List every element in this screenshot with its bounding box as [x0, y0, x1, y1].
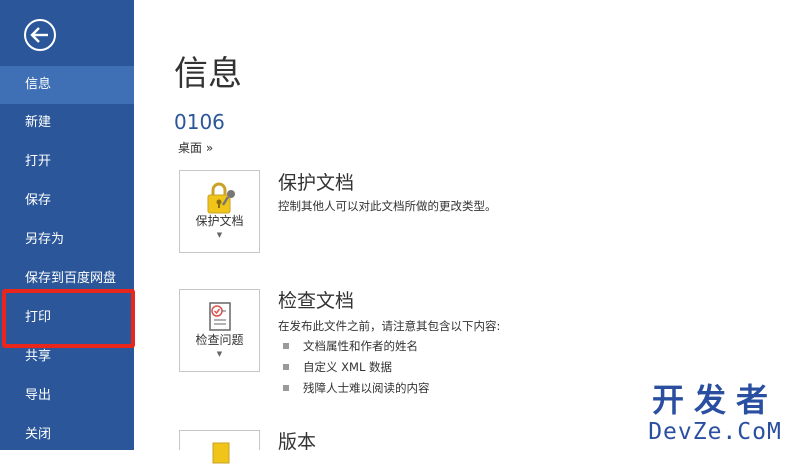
list-item: 自定义 XML 数据: [283, 359, 430, 380]
back-arrow-icon: [24, 19, 56, 51]
list-item: 残障人士难以阅读的内容: [283, 380, 430, 401]
nav-item-save[interactable]: 保存: [0, 182, 134, 220]
versions-icon: [212, 442, 230, 464]
bullet-text: 自定义 XML 数据: [303, 360, 393, 374]
check-for-issues-tile-label: 检查问题: [195, 333, 244, 347]
chevron-down-icon: ▼: [216, 231, 223, 239]
watermark-english-text: DevZe.CoM: [648, 419, 782, 445]
bullet-text: 文档属性和作者的姓名: [303, 339, 418, 353]
bullet-text: 残障人士难以阅读的内容: [303, 381, 430, 395]
page-title: 信息: [174, 54, 242, 94]
list-item: 文档属性和作者的姓名: [283, 338, 430, 359]
nav-item-open[interactable]: 打开: [0, 143, 134, 181]
backstage-sidebar: 信息 新建 打开 保存 另存为 保存到百度网盘 打印 共享 导出 关闭: [0, 0, 134, 450]
chevron-down-icon: ▼: [216, 350, 223, 358]
manage-versions-button[interactable]: [179, 430, 260, 464]
bullet-square-icon: [283, 385, 289, 391]
check-for-issues-button[interactable]: 检查问题 ▼: [179, 289, 260, 372]
bullet-square-icon: [283, 343, 289, 349]
watermark-chinese-text: 开发者: [651, 381, 778, 419]
protect-document-description: 控制其他人可以对此文档所做的更改类型。: [278, 199, 497, 213]
inspect-document-title: 检查文档: [278, 290, 355, 312]
devze-watermark: 开发者 DevZe.CoM: [640, 384, 790, 444]
nav-item-new[interactable]: 新建: [0, 104, 134, 142]
inspect-document-bullet-list: 文档属性和作者的姓名 自定义 XML 数据 残障人士难以阅读的内容: [283, 338, 430, 401]
protect-document-button[interactable]: 保护文档 ▼: [179, 170, 260, 253]
inspect-document-icon: [209, 302, 231, 331]
protect-document-tile-label: 保护文档: [195, 214, 244, 228]
print-highlight-box: [2, 289, 135, 348]
document-location[interactable]: 桌面 »: [178, 139, 213, 157]
back-button[interactable]: [22, 17, 58, 53]
inspect-document-description: 在发布此文件之前，请注意其包含以下内容:: [278, 319, 501, 333]
nav-item-export[interactable]: 导出: [0, 377, 134, 415]
protect-document-title: 保护文档: [278, 172, 355, 194]
nav-item-info[interactable]: 信息: [0, 66, 134, 104]
lock-key-icon: [207, 182, 235, 214]
versions-title: 版本: [278, 431, 317, 453]
nav-item-close[interactable]: 关闭: [0, 416, 134, 454]
bullet-square-icon: [283, 364, 289, 370]
nav-item-save-as[interactable]: 另存为: [0, 221, 134, 259]
document-name: 0106: [174, 110, 225, 134]
